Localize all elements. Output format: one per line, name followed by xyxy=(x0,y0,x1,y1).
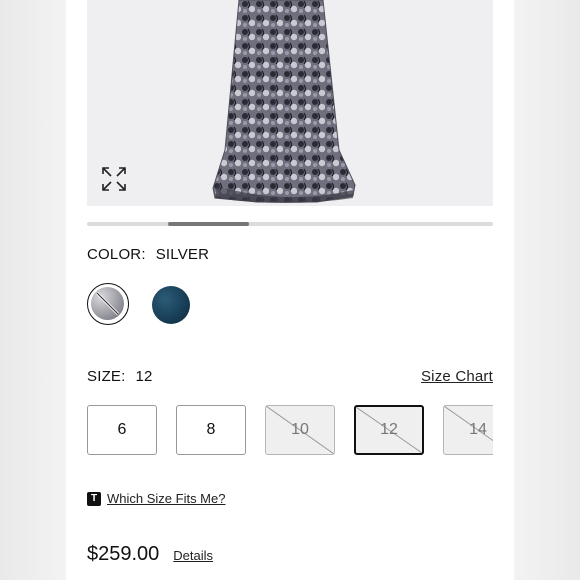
size-label: SIZE: xyxy=(87,368,126,385)
background-left xyxy=(0,0,66,580)
size-option-label: 10 xyxy=(291,421,309,438)
swatch-silver[interactable] xyxy=(87,283,129,325)
size-option-6[interactable]: 6 xyxy=(87,405,157,455)
color-value: SILVER xyxy=(155,246,210,263)
size-option-10[interactable]: 10 xyxy=(265,405,335,455)
swatch-selected-slash-icon xyxy=(95,291,120,316)
background-right xyxy=(514,0,580,580)
size-option-14[interactable]: 14 xyxy=(443,405,493,455)
color-label-row: COLOR: SILVER xyxy=(87,246,209,263)
price-row: $259.00 Details xyxy=(87,543,213,566)
size-chart-link[interactable]: Size Chart xyxy=(421,368,493,385)
size-option-8[interactable]: 8 xyxy=(176,405,246,455)
carousel-scroll-thumb[interactable] xyxy=(168,222,249,226)
product-image[interactable] xyxy=(87,0,493,206)
which-size-fits-link[interactable]: Which Size Fits Me? xyxy=(107,491,225,506)
size-option-label: 14 xyxy=(469,421,487,438)
brand-t-icon: T xyxy=(87,491,101,506)
product-page: COLOR: SILVER SIZE: 12 Size Chart 6 8 10 1… xyxy=(66,0,514,580)
size-value: 12 xyxy=(135,368,153,385)
carousel-scrollbar[interactable] xyxy=(87,222,493,226)
details-link[interactable]: Details xyxy=(173,548,213,563)
size-option-label: 8 xyxy=(206,421,216,438)
fit-row: T Which Size Fits Me? xyxy=(87,491,225,506)
color-label: COLOR: xyxy=(87,246,146,263)
size-option-label: 6 xyxy=(117,421,127,438)
size-label-row: SIZE: 12 Size Chart xyxy=(87,368,493,385)
size-options: 6 8 10 12 14 xyxy=(87,405,493,457)
expand-icon[interactable] xyxy=(101,166,127,192)
price: $259.00 xyxy=(87,543,160,565)
size-option-12[interactable]: 12 xyxy=(354,405,424,455)
gown-illustration xyxy=(212,0,356,203)
swatch-navy[interactable] xyxy=(152,286,190,324)
size-option-label: 12 xyxy=(380,421,398,438)
